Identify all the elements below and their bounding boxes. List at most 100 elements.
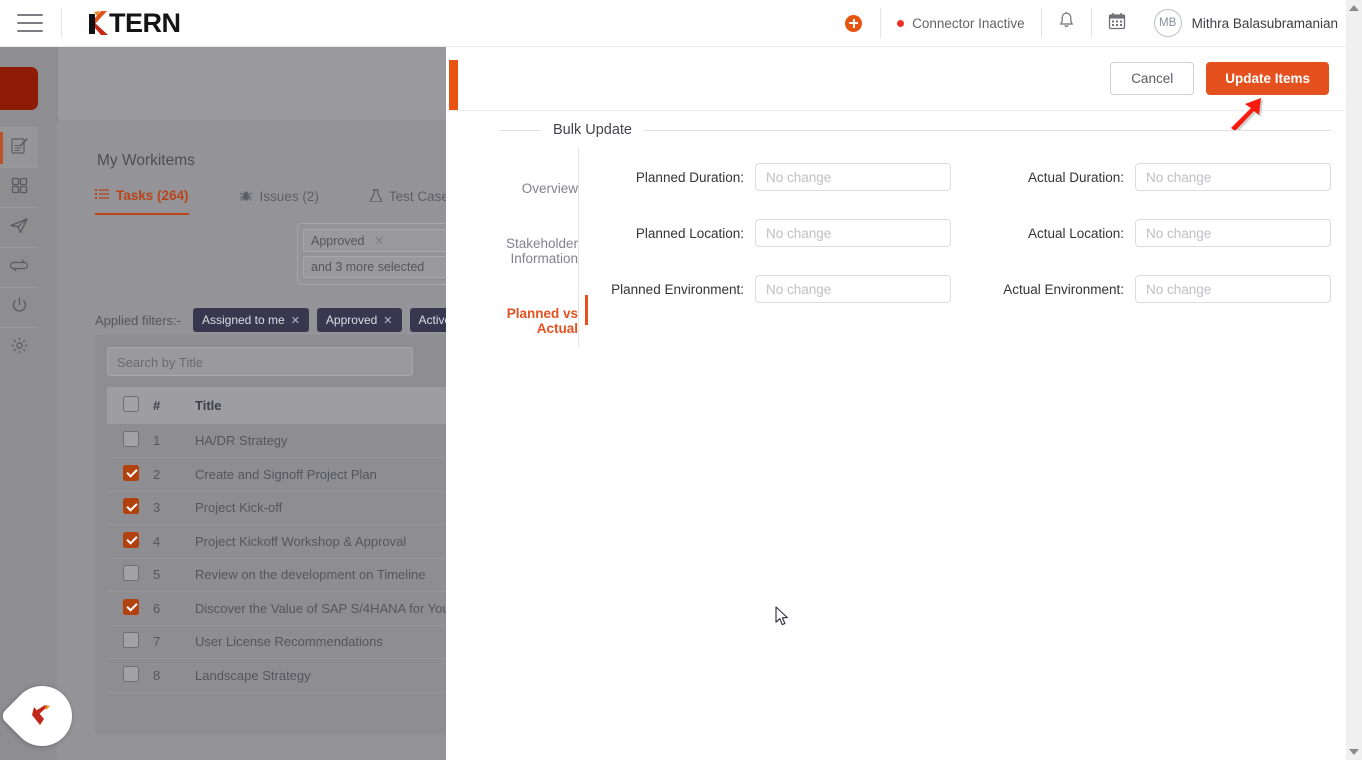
field-row-environment: Planned Environment: Actual Environment: (601, 275, 1331, 303)
plus-circle-icon[interactable] (845, 14, 863, 32)
legend-label: Bulk Update (553, 122, 632, 138)
grid-apps-icon (10, 176, 29, 200)
planned-environment-input[interactable] (755, 275, 951, 303)
tab-issues[interactable]: Issues (2) (239, 182, 319, 215)
planned-location-input[interactable] (755, 219, 951, 247)
sidebar-item-exchange[interactable] (0, 247, 38, 287)
actual-environment-input[interactable] (1135, 275, 1331, 303)
search-placeholder: Search by Title (117, 355, 203, 370)
actual-location-label: Actual Location: (1027, 225, 1124, 241)
row-checkbox[interactable] (123, 431, 139, 447)
status-dot (897, 19, 905, 27)
brand-logo[interactable]: TERN (86, 0, 181, 46)
bug-icon (239, 189, 253, 205)
row-checkbox[interactable] (123, 632, 139, 649)
brand-text: TERN (109, 8, 181, 38)
sidebar-item-send[interactable] (0, 207, 38, 247)
applied-chip-1[interactable]: Approved ✕ (316, 308, 402, 332)
header-actions: Connector Inactive MB Mithra Balasubrama… (845, 0, 1362, 46)
tab-tasks[interactable]: Tasks (264) (95, 182, 189, 215)
actual-environment-label: Actual Environment: (1003, 281, 1124, 297)
filter-chip-label: Approved (311, 234, 365, 248)
avatar: MB (1153, 9, 1182, 37)
tab-issues-label: Issues (2) (259, 189, 319, 204)
update-items-button[interactable]: Update Items (1206, 62, 1329, 95)
form-body: Overview Stakeholder Information Planned… (499, 147, 1331, 347)
paper-plane-icon (9, 216, 29, 240)
edit-note-icon (10, 136, 29, 160)
task-list-icon (95, 188, 109, 203)
row-num: 2 (153, 457, 195, 492)
sidebar-item-workitems[interactable] (0, 127, 38, 167)
bell-icon[interactable] (1042, 11, 1091, 35)
row-checkbox[interactable] (123, 498, 139, 515)
fieldset-legend: Bulk Update (499, 119, 1331, 141)
row-num: 6 (153, 591, 195, 626)
form-nav-planned-vs-actual[interactable]: Planned vs Actual (499, 295, 588, 344)
close-icon[interactable]: ✕ (383, 315, 392, 327)
left-sidebar (0, 47, 38, 760)
row-num: 8 (153, 658, 195, 693)
scroll-down-icon[interactable] (1346, 744, 1362, 760)
actual-duration-input[interactable] (1135, 163, 1331, 191)
sidebar-items (0, 127, 38, 367)
row-num: 4 (153, 524, 195, 559)
scroll-up-icon[interactable] (1346, 0, 1362, 16)
filter-more-label: and 3 more selected (303, 256, 459, 278)
legend-line-left (499, 129, 541, 131)
applied-chip-0-label: Assigned to me (201, 313, 285, 327)
applied-filters-label: Applied filters:- (95, 312, 181, 328)
field-row-duration: Planned Duration: Actual Duration: (601, 163, 1331, 191)
red-arrow-annotation (1228, 96, 1272, 135)
form-nav-stakeholder-information[interactable]: Stakeholder Information (499, 228, 578, 274)
bulk-update-fieldset: Bulk Update Overview Stakeholder Informa… (499, 119, 1331, 349)
close-icon[interactable]: ✕ (374, 234, 384, 248)
ktern-k-badge-icon (28, 703, 56, 729)
bulk-update-slideover: Cancel Update Items Bulk Update Overview… (446, 47, 1351, 760)
form-fields: Planned Duration: Actual Duration: Plann… (579, 147, 1331, 347)
row-checkbox[interactable] (123, 665, 139, 682)
filter-multiselect[interactable]: Approved ✕ and 3 more selected (297, 223, 465, 285)
close-icon[interactable]: ✕ (291, 315, 300, 327)
sidebar-item-settings[interactable] (0, 327, 38, 367)
planned-duration-label: Planned Duration: (635, 169, 744, 185)
calendar-icon[interactable] (1092, 12, 1142, 35)
planned-location-label: Planned Location: (635, 225, 744, 241)
planned-environment-label: Planned Environment: (611, 281, 744, 297)
tab-tasks-label: Tasks (264) (116, 188, 189, 203)
sidebar-project-block[interactable] (0, 67, 38, 110)
filter-chip-approved[interactable]: Approved ✕ (303, 229, 459, 252)
row-checkbox[interactable] (123, 598, 139, 615)
sidebar-item-power[interactable] (0, 287, 38, 327)
hamburger-icon[interactable] (17, 14, 43, 32)
flask-icon (369, 188, 383, 205)
user-menu[interactable]: MB Mithra Balasubramanian (1153, 9, 1338, 37)
select-all-header (107, 387, 153, 424)
app-root: TERN Connector Inactive MB Mithra Balasu… (0, 0, 1362, 760)
row-checkbox[interactable] (123, 565, 139, 582)
sidebar-item-apps[interactable] (0, 167, 38, 207)
connector-status-label: Connector Inactive (912, 15, 1025, 31)
gear-icon (10, 336, 29, 360)
select-all-checkbox[interactable] (123, 396, 139, 412)
form-nav: Overview Stakeholder Information Planned… (499, 147, 588, 347)
row-num: 1 (153, 424, 195, 458)
form-nav-overview[interactable]: Overview (499, 173, 578, 204)
slideover-header: Cancel Update Items (446, 47, 1351, 111)
power-icon (10, 296, 29, 320)
search-input[interactable]: Search by Title (107, 347, 413, 376)
cancel-button[interactable]: Cancel (1110, 62, 1195, 95)
ktern-k-icon (86, 8, 112, 38)
actual-location-input[interactable] (1135, 219, 1331, 247)
row-checkbox[interactable] (123, 464, 139, 481)
row-checkbox[interactable] (123, 531, 139, 548)
planned-duration-input[interactable] (755, 163, 951, 191)
applied-chip-1-label: Approved (325, 313, 378, 327)
connector-status[interactable]: Connector Inactive (881, 16, 1041, 31)
applied-chip-0[interactable]: Assigned to me ✕ (192, 308, 309, 332)
page-title: My Workitems (97, 152, 195, 169)
row-num: 5 (153, 558, 195, 592)
top-header: TERN Connector Inactive MB Mithra Balasu… (0, 0, 1362, 47)
vertical-scrollbar[interactable] (1346, 0, 1362, 760)
user-name: Mithra Balasubramanian (1191, 15, 1338, 31)
